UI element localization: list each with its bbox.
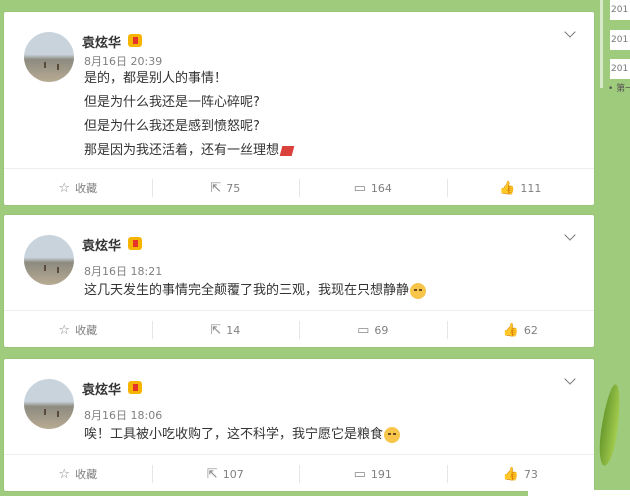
year-link[interactable]: 201 (610, 30, 630, 50)
comment-count: 191 (370, 467, 392, 481)
post-time[interactable]: 8月16日 18:06 (84, 407, 162, 423)
post-text-line: 唉！工具被小吃收购了，这不科学，我宁愿它是粮食 (84, 427, 384, 442)
avatar[interactable] (24, 379, 74, 429)
comment-count: 164 (370, 181, 392, 195)
repost-icon: ⇱ (210, 180, 222, 196)
repost-button[interactable]: ⇱ 75 (151, 169, 300, 205)
favorite-label: 收藏 (75, 324, 98, 337)
weibo-post: 袁炫华 8月16日 18:21 这几天发生的事情完全颠覆了我的三观，我现在只想静… (4, 215, 594, 347)
flag-emoji-icon (279, 145, 295, 156)
author-name[interactable]: 袁炫华 (82, 32, 121, 51)
chevron-down-icon[interactable] (564, 26, 576, 38)
thumbs-up-icon: 👍 (499, 180, 516, 196)
favorite-button[interactable]: ☆ 收藏 (4, 169, 152, 205)
page-edge (528, 490, 630, 496)
post-text-line: 但是为什么我还是一阵心碎呢? (84, 95, 260, 110)
repost-button[interactable]: ⇱ 14 (151, 311, 300, 347)
weibo-post: 袁炫华 8月16日 20:39 是的，都是别人的事情！ 但是为什么我还是一阵心碎… (4, 12, 594, 205)
timeline-first-link[interactable]: • 第一 (608, 81, 630, 94)
post-text-line: 是的，都是别人的事情！ (84, 71, 228, 86)
post-text: 这几天发生的事情完全颠覆了我的三观，我现在只想静静 (84, 279, 427, 303)
like-button[interactable]: 👍 111 (446, 169, 595, 205)
author-name[interactable]: 袁炫华 (82, 379, 121, 398)
thumbs-up-icon: 👍 (502, 466, 519, 482)
star-icon: ☆ (58, 180, 71, 196)
repost-icon: ⇱ (210, 322, 222, 338)
verified-badge-icon (128, 381, 142, 394)
action-bar: ☆ 收藏 ⇱ 75 ▭ 164 👍 111 (4, 168, 594, 205)
thumbs-up-icon: 👍 (502, 322, 519, 338)
year-link[interactable]: 201 (610, 0, 630, 20)
like-button[interactable]: 👍 62 (446, 311, 595, 347)
repost-count: 107 (222, 467, 244, 481)
timeline-line (600, 0, 603, 88)
verified-badge-icon (128, 34, 142, 47)
post-time[interactable]: 8月16日 18:21 (84, 263, 162, 279)
like-count: 62 (523, 323, 538, 337)
comment-button[interactable]: ▭ 69 (299, 311, 447, 347)
favorite-button[interactable]: ☆ 收藏 (4, 455, 152, 491)
like-count: 73 (523, 467, 538, 481)
post-text: 是的，都是别人的事情！ 但是为什么我还是一阵心碎呢? 但是为什么我还是感到愤怒呢… (84, 67, 295, 163)
action-bar: ☆ 收藏 ⇱ 107 ▭ 191 👍 73 (4, 454, 594, 491)
weibo-post: 袁炫华 8月16日 18:06 唉！工具被小吃收购了，这不科学，我宁愿它是粮食 … (4, 359, 594, 491)
verified-badge-icon (128, 237, 142, 250)
comment-icon: ▭ (357, 322, 370, 338)
favorite-button[interactable]: ☆ 收藏 (4, 311, 152, 347)
comment-button[interactable]: ▭ 191 (299, 455, 447, 491)
favorite-label: 收藏 (75, 182, 98, 195)
repost-button[interactable]: ⇱ 107 (151, 455, 300, 491)
year-link[interactable]: 201 (610, 59, 630, 79)
avatar[interactable] (24, 235, 74, 285)
star-icon: ☆ (58, 322, 71, 338)
post-text-line: 但是为什么我还是感到愤怒呢? (84, 119, 260, 134)
action-bar: ☆ 收藏 ⇱ 14 ▭ 69 👍 62 (4, 310, 594, 347)
repost-count: 14 (226, 323, 241, 337)
post-text-line: 这几天发生的事情完全颠覆了我的三观，我现在只想静静 (84, 283, 410, 298)
repost-icon: ⇱ (206, 466, 218, 482)
chevron-down-icon[interactable] (564, 229, 576, 241)
post-text-line: 那是因为我还活着，还有一丝理想 (84, 143, 280, 158)
doge-emoji-icon (410, 282, 427, 299)
doge-emoji-icon (384, 426, 401, 443)
avatar[interactable] (24, 32, 74, 82)
chevron-down-icon[interactable] (564, 373, 576, 385)
author-name[interactable]: 袁炫华 (82, 235, 121, 254)
timeline-first-label: 第一 (616, 84, 630, 94)
repost-count: 75 (226, 181, 241, 195)
comment-icon: ▭ (353, 180, 366, 196)
like-count: 111 (520, 181, 542, 195)
comment-icon: ▭ (353, 466, 366, 482)
star-icon: ☆ (58, 466, 71, 482)
comment-count: 69 (374, 323, 389, 337)
post-text: 唉！工具被小吃收购了，这不科学，我宁愿它是粮食 (84, 423, 401, 447)
comment-button[interactable]: ▭ 164 (299, 169, 447, 205)
like-button[interactable]: 👍 73 (446, 455, 595, 491)
favorite-label: 收藏 (75, 468, 98, 481)
